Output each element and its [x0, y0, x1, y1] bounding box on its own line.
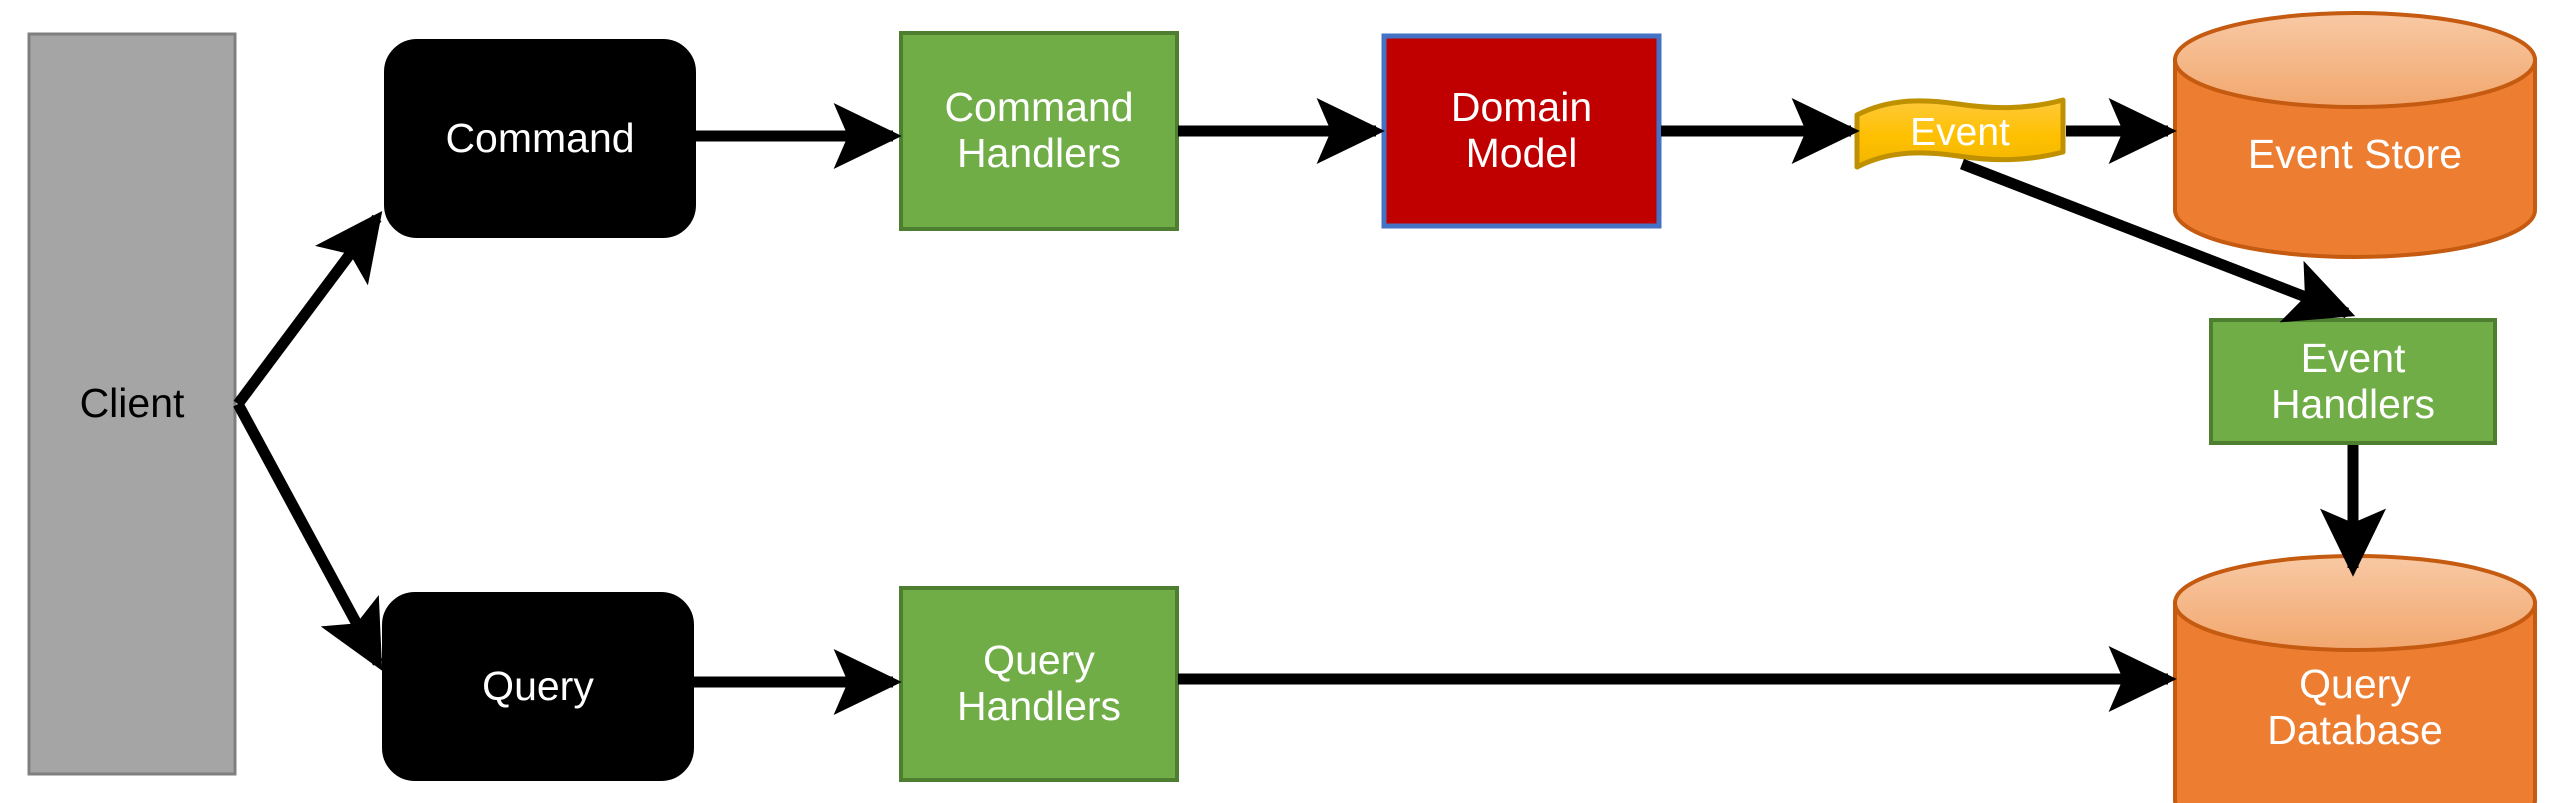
node-event-handlers[interactable]	[2209, 318, 2497, 445]
node-command[interactable]	[384, 39, 696, 238]
node-query-database[interactable]	[2173, 554, 2537, 803]
node-event-store[interactable]	[2173, 11, 2537, 259]
cqrs-event-sourcing-diagram: Client Command Command Handlers Domain M…	[0, 0, 2560, 803]
node-domain-model[interactable]	[1381, 33, 1662, 229]
node-query[interactable]	[382, 592, 694, 781]
node-command-handlers[interactable]	[899, 31, 1179, 231]
connector-client-to-query	[233, 401, 383, 671]
node-event[interactable]	[1854, 97, 2066, 170]
connector-client-to-command	[233, 210, 383, 408]
diagram-canvas	[27, 11, 2537, 803]
node-client[interactable]	[27, 32, 237, 776]
node-query-handlers[interactable]	[899, 586, 1179, 782]
